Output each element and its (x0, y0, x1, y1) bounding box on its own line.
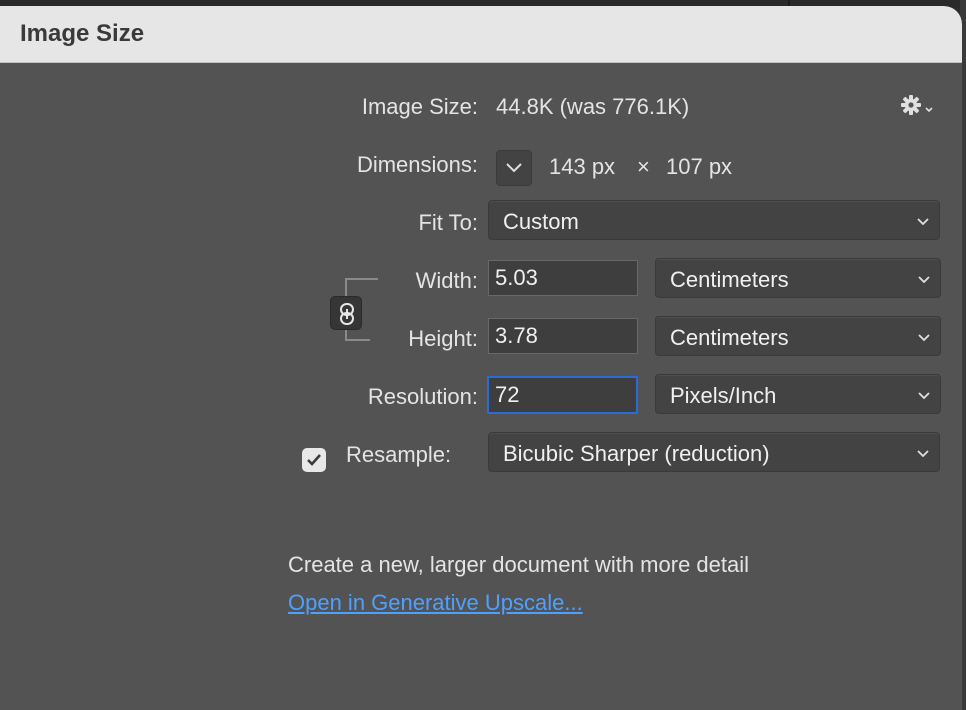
chevron-down-icon (918, 392, 930, 400)
width-label: Width: (415, 268, 478, 293)
dialog-title: Image Size (20, 20, 145, 47)
height-unit-select[interactable]: Centimeters (655, 316, 941, 356)
dimensions-dropdown-button[interactable] (496, 150, 532, 186)
chevron-down-icon (917, 218, 929, 226)
width-input[interactable] (489, 261, 637, 295)
chain-link-icon (340, 303, 354, 325)
gear-icon[interactable] (900, 94, 934, 118)
fit-to-label: Fit To: (418, 210, 478, 235)
resolution-input[interactable] (489, 378, 636, 412)
resolution-field[interactable] (487, 376, 638, 414)
image-size-value: 44.8K (was 776.1K) (496, 94, 690, 119)
dimensions-width-value: 143 px (549, 154, 616, 179)
resolution-unit-selected: Pixels/Inch (670, 383, 777, 408)
resample-method-selected: Bicubic Sharper (reduction) (503, 441, 770, 466)
fit-to-selected: Custom (503, 209, 579, 234)
constrain-proportions-toggle[interactable] (330, 296, 362, 330)
height-label: Height: (408, 326, 478, 351)
checkmark-icon (307, 454, 321, 466)
height-unit-selected: Centimeters (670, 325, 789, 350)
chevron-down-icon (917, 450, 929, 458)
resolution-label: Resolution: (367, 384, 478, 409)
dimensions-label: Dimensions: (356, 152, 478, 177)
height-input[interactable] (489, 319, 637, 353)
generative-upscale-link[interactable]: Open in Generative Upscale... (288, 590, 583, 616)
width-field[interactable] (488, 260, 638, 296)
image-size-dialog: Image Size Image Size: 44.8K (was 776.1K… (0, 6, 962, 710)
chevron-down-icon (918, 334, 930, 342)
upscale-description: Create a new, larger document with more … (288, 552, 750, 577)
chevron-down-icon (918, 276, 930, 284)
height-field[interactable] (488, 318, 638, 354)
dialog-titlebar: Image Size (0, 6, 962, 63)
width-unit-selected: Centimeters (670, 267, 789, 292)
width-unit-select[interactable]: Centimeters (655, 258, 941, 298)
dimensions-times-sign: × (637, 154, 650, 179)
resample-method-select[interactable]: Bicubic Sharper (reduction) (488, 432, 940, 472)
resolution-unit-select[interactable]: Pixels/Inch (655, 374, 941, 414)
resample-checkbox[interactable] (302, 448, 326, 472)
dimensions-height-value: 107 px (666, 154, 733, 179)
image-size-label: Image Size: (361, 94, 478, 119)
resample-label: Resample: (346, 442, 452, 467)
chevron-down-icon (506, 163, 522, 173)
fit-to-select[interactable]: Custom (488, 200, 940, 240)
